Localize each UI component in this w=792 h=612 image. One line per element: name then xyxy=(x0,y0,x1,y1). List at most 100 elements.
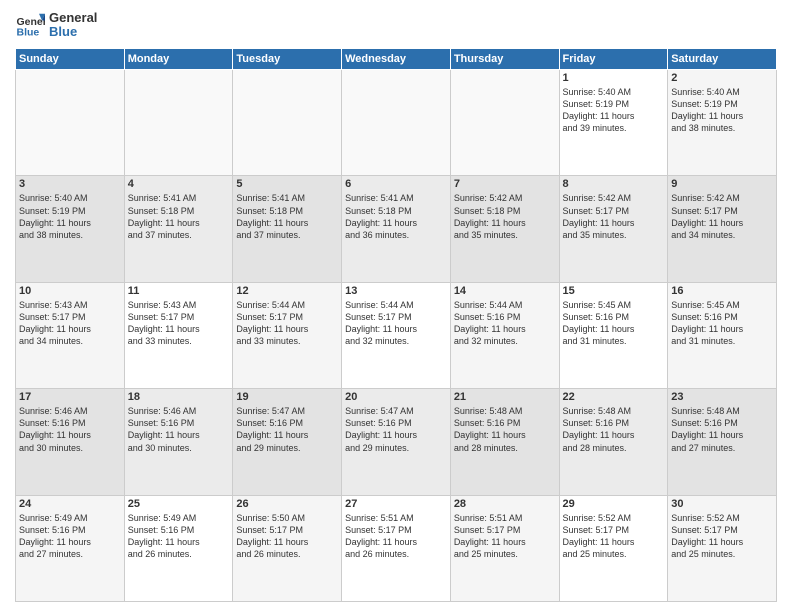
day-cell: 1 Sunrise: 5:40 AM Sunset: 5:19 PM Daylig… xyxy=(559,70,668,176)
day-number: 15 xyxy=(563,285,665,297)
day-number: 1 xyxy=(563,72,665,84)
day-number: 11 xyxy=(128,285,230,297)
day-number: 23 xyxy=(671,391,773,403)
calendar-table: SundayMondayTuesdayWednesdayThursdayFrid… xyxy=(15,48,777,602)
day-info: Sunrise: 5:42 AM Sunset: 5:17 PM Dayligh… xyxy=(563,192,665,241)
day-cell: 18 Sunrise: 5:46 AM Sunset: 5:16 PM Dayli… xyxy=(124,389,233,495)
day-cell: 16 Sunrise: 5:45 AM Sunset: 5:16 PM Dayli… xyxy=(668,282,777,388)
day-cell xyxy=(16,70,125,176)
day-number: 5 xyxy=(236,178,338,190)
col-header-wednesday: Wednesday xyxy=(342,49,451,70)
day-cell xyxy=(233,70,342,176)
day-info: Sunrise: 5:40 AM Sunset: 5:19 PM Dayligh… xyxy=(671,86,773,135)
day-number: 4 xyxy=(128,178,230,190)
day-info: Sunrise: 5:44 AM Sunset: 5:17 PM Dayligh… xyxy=(345,299,447,348)
day-number: 26 xyxy=(236,498,338,510)
day-info: Sunrise: 5:41 AM Sunset: 5:18 PM Dayligh… xyxy=(236,192,338,241)
day-info: Sunrise: 5:43 AM Sunset: 5:17 PM Dayligh… xyxy=(19,299,121,348)
day-cell: 27Sunrise: 5:51 AM Sunset: 5:17 PM Dayli… xyxy=(342,495,451,601)
svg-text:Blue: Blue xyxy=(17,27,40,39)
day-cell: 10 Sunrise: 5:43 AM Sunset: 5:17 PM Dayli… xyxy=(16,282,125,388)
day-number: 14 xyxy=(454,285,556,297)
col-header-saturday: Saturday xyxy=(668,49,777,70)
day-info: Sunrise: 5:48 AM Sunset: 5:16 PM Dayligh… xyxy=(563,405,665,454)
col-header-thursday: Thursday xyxy=(450,49,559,70)
day-info: Sunrise: 5:51 AM Sunset: 5:17 PM Dayligh… xyxy=(454,512,556,561)
logo-blue: Blue xyxy=(49,25,97,39)
day-number: 19 xyxy=(236,391,338,403)
week-row-0: 1 Sunrise: 5:40 AM Sunset: 5:19 PM Daylig… xyxy=(16,70,777,176)
day-number: 21 xyxy=(454,391,556,403)
day-number: 16 xyxy=(671,285,773,297)
day-cell: 3 Sunrise: 5:40 AM Sunset: 5:19 PM Daylig… xyxy=(16,176,125,282)
col-header-monday: Monday xyxy=(124,49,233,70)
week-row-4: 24 Sunrise: 5:49 AM Sunset: 5:16 PM Dayli… xyxy=(16,495,777,601)
day-info: Sunrise: 5:49 AM Sunset: 5:16 PM Dayligh… xyxy=(128,512,230,561)
day-number: 8 xyxy=(563,178,665,190)
day-info: Sunrise: 5:52 AM Sunset: 5:17 PM Dayligh… xyxy=(563,512,665,561)
day-cell: 12 Sunrise: 5:44 AM Sunset: 5:17 PM Dayli… xyxy=(233,282,342,388)
day-number: 25 xyxy=(128,498,230,510)
day-info: Sunrise: 5:40 AM Sunset: 5:19 PM Dayligh… xyxy=(563,86,665,135)
day-info: Sunrise: 5:47 AM Sunset: 5:16 PM Dayligh… xyxy=(345,405,447,454)
col-header-sunday: Sunday xyxy=(16,49,125,70)
day-number: 13 xyxy=(345,285,447,297)
logo-general: General xyxy=(49,11,97,25)
day-cell: 4 Sunrise: 5:41 AM Sunset: 5:18 PM Daylig… xyxy=(124,176,233,282)
day-cell: 24 Sunrise: 5:49 AM Sunset: 5:16 PM Dayli… xyxy=(16,495,125,601)
day-cell: 21Sunrise: 5:48 AM Sunset: 5:16 PM Dayli… xyxy=(450,389,559,495)
day-info: Sunrise: 5:41 AM Sunset: 5:18 PM Dayligh… xyxy=(128,192,230,241)
day-number: 24 xyxy=(19,498,121,510)
day-number: 29 xyxy=(563,498,665,510)
day-info: Sunrise: 5:49 AM Sunset: 5:16 PM Dayligh… xyxy=(19,512,121,561)
logo: General Blue General Blue xyxy=(15,10,97,40)
day-info: Sunrise: 5:40 AM Sunset: 5:19 PM Dayligh… xyxy=(19,192,121,241)
day-cell: 15 Sunrise: 5:45 AM Sunset: 5:16 PM Dayli… xyxy=(559,282,668,388)
day-number: 17 xyxy=(19,391,121,403)
day-number: 6 xyxy=(345,178,447,190)
day-cell xyxy=(450,70,559,176)
day-info: Sunrise: 5:47 AM Sunset: 5:16 PM Dayligh… xyxy=(236,405,338,454)
calendar-header-row: SundayMondayTuesdayWednesdayThursdayFrid… xyxy=(16,49,777,70)
day-info: Sunrise: 5:41 AM Sunset: 5:18 PM Dayligh… xyxy=(345,192,447,241)
day-number: 9 xyxy=(671,178,773,190)
col-header-friday: Friday xyxy=(559,49,668,70)
day-cell: 5 Sunrise: 5:41 AM Sunset: 5:18 PM Daylig… xyxy=(233,176,342,282)
day-info: Sunrise: 5:43 AM Sunset: 5:17 PM Dayligh… xyxy=(128,299,230,348)
week-row-2: 10 Sunrise: 5:43 AM Sunset: 5:17 PM Dayli… xyxy=(16,282,777,388)
day-cell: 25 Sunrise: 5:49 AM Sunset: 5:16 PM Dayli… xyxy=(124,495,233,601)
day-cell: 20Sunrise: 5:47 AM Sunset: 5:16 PM Dayli… xyxy=(342,389,451,495)
day-cell xyxy=(342,70,451,176)
day-cell: 29 Sunrise: 5:52 AM Sunset: 5:17 PM Dayli… xyxy=(559,495,668,601)
day-number: 10 xyxy=(19,285,121,297)
day-cell: 14 Sunrise: 5:44 AM Sunset: 5:16 PM Dayli… xyxy=(450,282,559,388)
day-cell: 8 Sunrise: 5:42 AM Sunset: 5:17 PM Daylig… xyxy=(559,176,668,282)
day-cell xyxy=(124,70,233,176)
day-cell: 13 Sunrise: 5:44 AM Sunset: 5:17 PM Dayli… xyxy=(342,282,451,388)
day-cell: 9Sunrise: 5:42 AM Sunset: 5:17 PM Daylig… xyxy=(668,176,777,282)
day-info: Sunrise: 5:46 AM Sunset: 5:16 PM Dayligh… xyxy=(19,405,121,454)
day-number: 27 xyxy=(345,498,447,510)
logo-icon: General Blue xyxy=(15,10,45,40)
day-cell: 2Sunrise: 5:40 AM Sunset: 5:19 PM Daylig… xyxy=(668,70,777,176)
day-info: Sunrise: 5:45 AM Sunset: 5:16 PM Dayligh… xyxy=(671,299,773,348)
day-info: Sunrise: 5:48 AM Sunset: 5:16 PM Dayligh… xyxy=(671,405,773,454)
day-info: Sunrise: 5:45 AM Sunset: 5:16 PM Dayligh… xyxy=(563,299,665,348)
day-number: 3 xyxy=(19,178,121,190)
day-number: 18 xyxy=(128,391,230,403)
day-info: Sunrise: 5:52 AM Sunset: 5:17 PM Dayligh… xyxy=(671,512,773,561)
day-info: Sunrise: 5:44 AM Sunset: 5:16 PM Dayligh… xyxy=(454,299,556,348)
day-cell: 7Sunrise: 5:42 AM Sunset: 5:18 PM Daylig… xyxy=(450,176,559,282)
day-number: 28 xyxy=(454,498,556,510)
day-cell: 19 Sunrise: 5:47 AM Sunset: 5:16 PM Dayli… xyxy=(233,389,342,495)
day-number: 12 xyxy=(236,285,338,297)
day-cell: 22Sunrise: 5:48 AM Sunset: 5:16 PM Dayli… xyxy=(559,389,668,495)
day-cell: 17 Sunrise: 5:46 AM Sunset: 5:16 PM Dayli… xyxy=(16,389,125,495)
day-info: Sunrise: 5:46 AM Sunset: 5:16 PM Dayligh… xyxy=(128,405,230,454)
day-cell: 30Sunrise: 5:52 AM Sunset: 5:17 PM Dayli… xyxy=(668,495,777,601)
day-cell: 28 Sunrise: 5:51 AM Sunset: 5:17 PM Dayli… xyxy=(450,495,559,601)
week-row-3: 17 Sunrise: 5:46 AM Sunset: 5:16 PM Dayli… xyxy=(16,389,777,495)
day-number: 7 xyxy=(454,178,556,190)
day-info: Sunrise: 5:44 AM Sunset: 5:17 PM Dayligh… xyxy=(236,299,338,348)
col-header-tuesday: Tuesday xyxy=(233,49,342,70)
